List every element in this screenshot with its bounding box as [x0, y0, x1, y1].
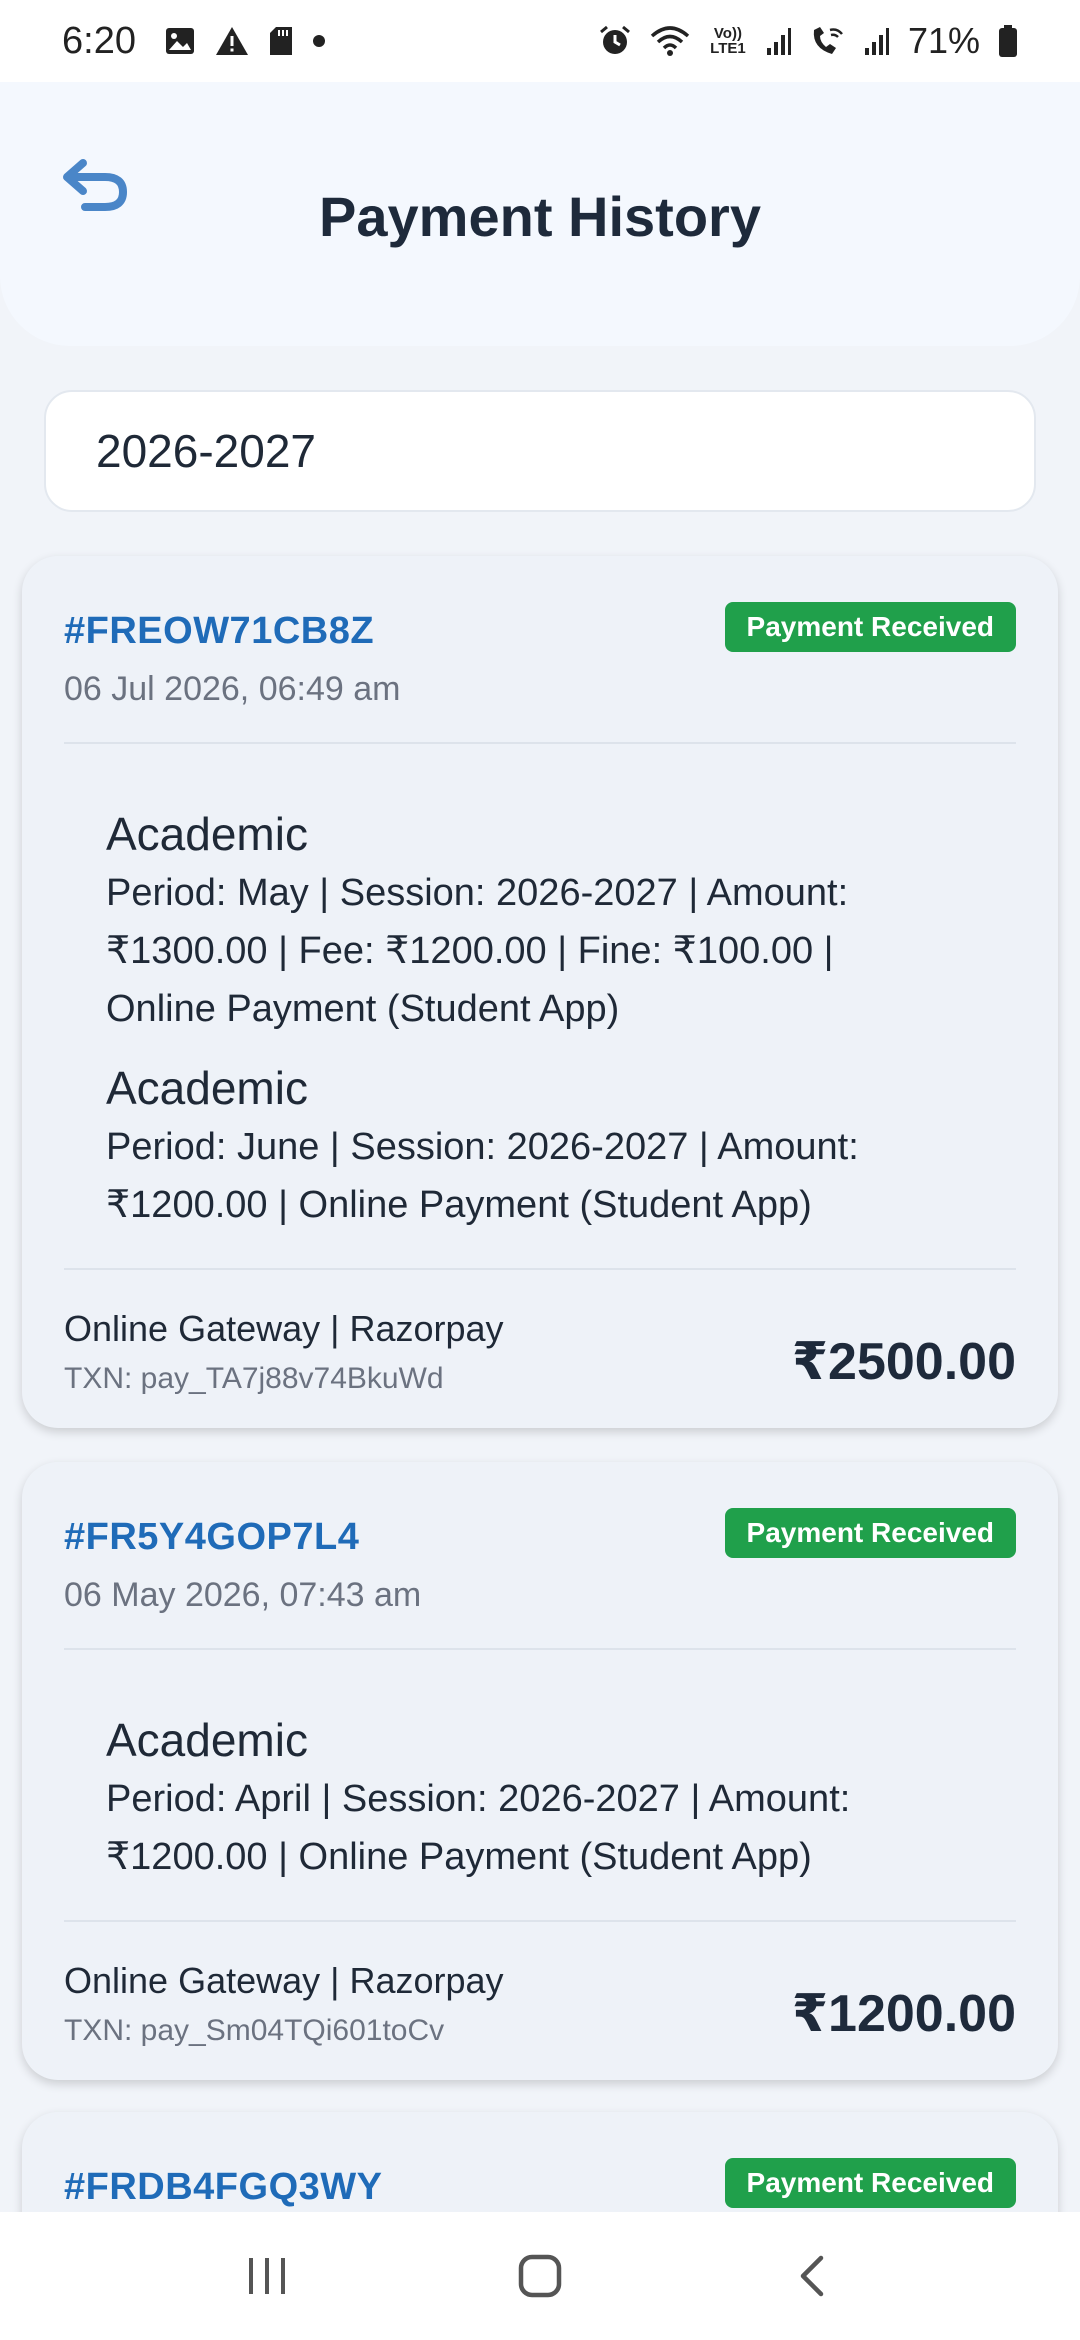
nav-back-button[interactable]	[773, 2236, 853, 2316]
fee-items: Academic Period: May | Session: 2026-202…	[64, 744, 1016, 1268]
fee-item-line: ₹1300.00 | Fee: ₹1200.00 | Fine: ₹100.00…	[106, 930, 834, 972]
fee-item-line: Period: June | Session: 2026-2027 | Amou…	[106, 1126, 859, 1168]
battery-icon	[998, 24, 1018, 58]
wifi-icon	[650, 24, 690, 58]
status-badge: Payment Received	[724, 602, 1016, 652]
volte-icon: Vo)) LTE1	[708, 26, 748, 56]
signal-icon	[766, 26, 792, 56]
card-footer: Online Gateway | Razorpay TXN: pay_Sm04T…	[64, 1922, 1016, 2092]
receipt-number: #FRDB4FGQ3WY	[64, 2166, 383, 2208]
fee-item-line: Period: May | Session: 2026-2027 | Amoun…	[106, 872, 849, 914]
card-header: #FREOW71CB8Z Payment Received 06 Jul 202…	[64, 556, 1016, 742]
dot-icon	[312, 34, 326, 48]
recent-apps-button[interactable]	[227, 2236, 307, 2316]
total-amount: ₹1200.00	[791, 1985, 1016, 2043]
fee-items: Academic Period: April | Session: 2026-2…	[64, 1650, 1016, 1920]
fee-item-line: ₹1200.00 | Online Payment (Student App)	[106, 1836, 812, 1878]
total-amount: ₹2500.00	[791, 1333, 1016, 1391]
image-icon	[164, 25, 196, 57]
fee-item-line: ₹1200.00 | Online Payment (Student App)	[106, 1184, 812, 1226]
fee-item-title: Academic	[106, 1062, 308, 1114]
page-title: Payment History	[319, 185, 761, 248]
payment-date: 06 Jul 2026, 06:49 am	[64, 670, 401, 708]
status-time: 6:20	[62, 19, 136, 62]
warning-icon	[214, 25, 250, 57]
fee-item-line: Online Payment (Student App)	[106, 988, 620, 1030]
transaction-id: TXN: pay_Sm04TQi601toCv	[64, 2014, 445, 2047]
fee-item-line: Period: April | Session: 2026-2027 | Amo…	[106, 1778, 851, 1820]
alarm-icon	[598, 24, 632, 58]
payment-card[interactable]: #FREOW71CB8Z Payment Received 06 Jul 202…	[22, 556, 1058, 1428]
sd-card-icon	[268, 25, 294, 57]
signal-icon	[864, 26, 890, 56]
payment-card[interactable]: #FR5Y4GOP7L4 Payment Received 06 May 202…	[22, 1462, 1058, 2080]
fee-item: Academic Period: June | Session: 2026-20…	[106, 1058, 1016, 1234]
status-badge: Payment Received	[724, 1508, 1016, 1558]
fee-item: Academic Period: May | Session: 2026-202…	[106, 804, 1016, 1038]
home-button[interactable]	[500, 2236, 580, 2316]
transaction-id: TXN: pay_TA7j88v74BkuWd	[64, 1362, 444, 1395]
payment-date: 06 May 2026, 07:43 am	[64, 1576, 422, 1614]
payment-gateway: Online Gateway | Razorpay	[64, 1308, 504, 1349]
card-footer: Online Gateway | Razorpay TXN: pay_TA7j8…	[64, 1270, 1016, 1440]
header: Payment History	[0, 82, 1080, 346]
payment-gateway: Online Gateway | Razorpay	[64, 1960, 504, 2001]
fee-item: Academic Period: April | Session: 2026-2…	[106, 1710, 1016, 1886]
navigation-bar	[0, 2212, 1080, 2340]
status-bar: 6:20 Vo)) LTE1 71%	[0, 0, 1080, 82]
fee-item-title: Academic	[106, 808, 308, 860]
receipt-number: #FR5Y4GOP7L4	[64, 1516, 360, 1558]
receipt-number: #FREOW71CB8Z	[64, 610, 375, 652]
home-icon	[518, 2254, 562, 2298]
status-badge: Payment Received	[724, 2158, 1016, 2208]
recent-apps-icon	[248, 2258, 285, 2294]
nav-back-icon	[801, 2255, 824, 2297]
card-header: #FR5Y4GOP7L4 Payment Received 06 May 202…	[64, 1462, 1016, 1648]
fee-item-title: Academic	[106, 1714, 308, 1766]
volte-label: Vo)) LTE1	[710, 25, 746, 57]
battery-percent: 71%	[907, 20, 980, 61]
wifi-call-icon	[810, 24, 846, 58]
session-input[interactable]	[44, 390, 1036, 512]
